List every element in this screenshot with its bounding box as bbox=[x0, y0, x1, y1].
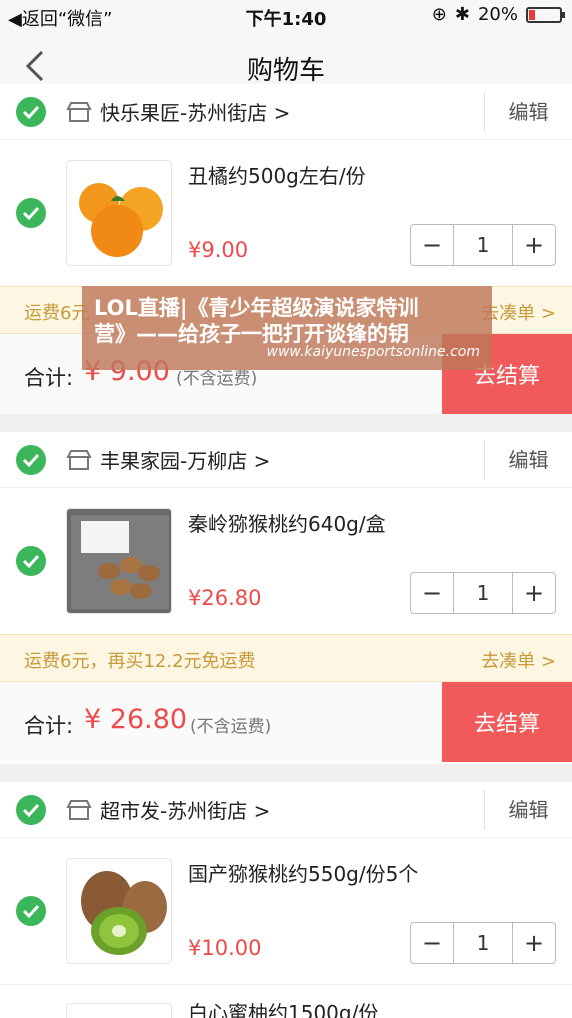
store-check-icon[interactable] bbox=[16, 794, 46, 825]
quantity-value[interactable]: 1 bbox=[453, 225, 513, 265]
store-header: 超市发-苏州街店 > 编辑 bbox=[0, 782, 572, 838]
store-check-icon[interactable] bbox=[16, 444, 46, 475]
cart-item: 丑橘约500g左右/份 ¥9.00 − 1 + bbox=[0, 140, 572, 286]
shipping-message: 运费6元 bbox=[24, 303, 90, 324]
quantity-stepper: − 1 + bbox=[410, 922, 556, 964]
cart-item: 秦岭猕猴桃约640g/盒 ¥26.80 − 1 + bbox=[0, 488, 572, 634]
item-name[interactable]: 丑橘约500g左右/份 bbox=[188, 160, 366, 189]
quantity-value[interactable]: 1 bbox=[453, 573, 513, 613]
edit-button[interactable]: 编辑 bbox=[484, 91, 572, 132]
shop-icon bbox=[66, 101, 92, 122]
item-price: ¥10.00 bbox=[188, 936, 262, 960]
item-price: ¥9.00 bbox=[188, 238, 249, 262]
kiwi-box-image[interactable] bbox=[66, 508, 172, 614]
edit-button[interactable]: 编辑 bbox=[484, 439, 572, 480]
pomelo-image[interactable] bbox=[66, 1003, 172, 1018]
orange-image[interactable] bbox=[66, 160, 172, 266]
decrease-button[interactable]: − bbox=[411, 923, 453, 963]
total-label: 合计: bbox=[24, 366, 74, 390]
status-right: ⊕ ✱ 20% bbox=[431, 4, 565, 25]
item-name[interactable]: 秦岭猕猴桃约640g/盒 bbox=[188, 508, 386, 537]
shipping-excluded-note: (不含运费) bbox=[190, 717, 272, 737]
store-card: 超市发-苏州街店 > 编辑 国产猕猴桃约550g/份5个 ¥10.00 − 1 … bbox=[0, 782, 572, 1018]
lock-rotation-icon: ⊕ bbox=[431, 4, 447, 25]
status-bar: ◀返回“微信” 下午1:40 ⊕ ✱ 20% bbox=[0, 0, 572, 34]
shop-icon bbox=[66, 449, 92, 470]
store-name[interactable]: 丰果家园-万柳店 > bbox=[100, 445, 270, 474]
item-name[interactable]: 国产猕猴桃约550g/份5个 bbox=[188, 858, 418, 887]
total-label: 合计: bbox=[24, 714, 74, 738]
quantity-stepper: − 1 + bbox=[410, 224, 556, 266]
increase-button[interactable]: + bbox=[513, 923, 555, 963]
total-amount: ¥ 26.80 bbox=[84, 704, 188, 735]
store-header: 丰果家园-万柳店 > 编辑 bbox=[0, 432, 572, 488]
checkout-button[interactable]: 去结算 bbox=[442, 682, 572, 762]
cart-item: 国产猕猴桃约550g/份5个 ¥10.00 − 1 + bbox=[0, 838, 572, 984]
increase-button[interactable]: + bbox=[513, 573, 555, 613]
increase-button[interactable]: + bbox=[513, 225, 555, 265]
page-title: 购物车 bbox=[246, 56, 325, 86]
add-more-link[interactable]: 去凑单 > bbox=[481, 647, 556, 673]
edit-button[interactable]: 编辑 bbox=[484, 789, 572, 830]
battery-percent: 20% bbox=[477, 4, 518, 25]
shipping-message: 运费6元，再买12.2元免运费 bbox=[24, 651, 256, 672]
decrease-button[interactable]: − bbox=[411, 225, 453, 265]
shop-icon bbox=[66, 799, 92, 820]
item-check-icon[interactable] bbox=[16, 896, 46, 926]
item-name[interactable]: 白心蜜柚约1500g/份 bbox=[188, 997, 378, 1018]
store-card: 丰果家园-万柳店 > 编辑 秦岭猕猴桃约640g/盒 ¥26.80 − 1 + … bbox=[0, 432, 572, 764]
store-check-icon[interactable] bbox=[16, 96, 46, 127]
kiwi-image[interactable] bbox=[66, 858, 172, 964]
total-bar: 合计: ¥ 26.80 (不含运费) 去结算 bbox=[0, 682, 572, 762]
item-check-icon[interactable] bbox=[16, 198, 46, 228]
battery-icon bbox=[526, 6, 565, 23]
shipping-bar: 运费6元，再买12.2元免运费 去凑单 > bbox=[0, 634, 572, 682]
item-check-icon[interactable] bbox=[16, 546, 46, 576]
cart-item: 白心蜜柚约1500g/份 bbox=[0, 984, 572, 1018]
store-header: 快乐果匠-苏州街店 > 编辑 bbox=[0, 84, 572, 140]
bluetooth-icon: ✱ bbox=[454, 4, 470, 25]
decrease-button[interactable]: − bbox=[411, 573, 453, 613]
overlay-url: www.kaiyunesportsonline.com bbox=[266, 344, 480, 360]
add-more-link[interactable]: 去凑单 > bbox=[481, 299, 556, 325]
store-name[interactable]: 超市发-苏州街店 > bbox=[100, 795, 270, 824]
item-price: ¥26.80 bbox=[188, 586, 262, 610]
quantity-stepper: − 1 + bbox=[410, 572, 556, 614]
store-name[interactable]: 快乐果匠-苏州街店 > bbox=[100, 97, 290, 126]
quantity-value[interactable]: 1 bbox=[453, 923, 513, 963]
watermark-overlay: LOL直播|《青少年超级演说家特训 营》——给孩子一把打开谈锋的钥 www.ka… bbox=[82, 286, 492, 370]
